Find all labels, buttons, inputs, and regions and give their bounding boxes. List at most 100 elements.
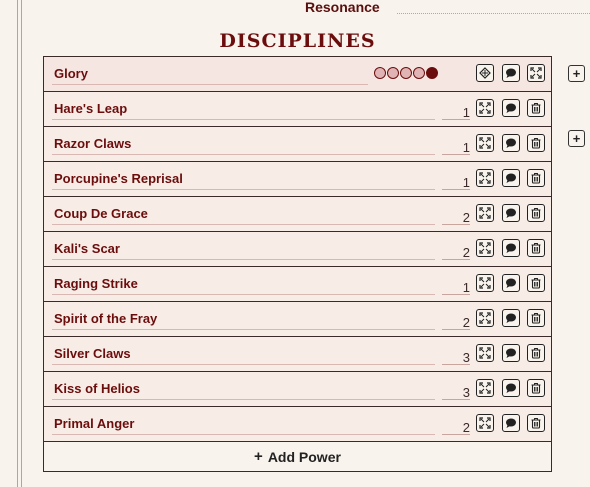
delete-button[interactable] xyxy=(527,414,545,432)
power-name[interactable]: Hare's Leap xyxy=(54,92,127,126)
comment-button[interactable] xyxy=(502,64,520,82)
add-power-label: Add Power xyxy=(267,448,341,465)
power-name[interactable]: Kali's Scar xyxy=(54,232,120,266)
comment-button[interactable] xyxy=(502,204,520,222)
disciplines-panel: Glory Hare's Leap 1 Razor Claws 1 Porcup… xyxy=(43,56,552,472)
power-level[interactable]: 3 xyxy=(442,346,470,365)
comment-button[interactable] xyxy=(502,239,520,257)
power-name[interactable]: Silver Claws xyxy=(54,337,131,371)
dot-filled[interactable] xyxy=(426,67,438,79)
power-row: Silver Claws 3 xyxy=(44,337,551,372)
power-row: Kiss of Helios 3 xyxy=(44,372,551,407)
expand-icon xyxy=(479,242,491,254)
resonance-input-line[interactable] xyxy=(397,13,590,14)
expand-icon xyxy=(479,207,491,219)
comment-icon xyxy=(506,173,516,183)
power-level[interactable]: 1 xyxy=(442,276,470,295)
comment-icon xyxy=(506,383,516,393)
comment-button[interactable] xyxy=(502,309,520,327)
power-name-underline xyxy=(52,119,435,120)
power-row: Raging Strike 1 xyxy=(44,267,551,302)
delete-button[interactable] xyxy=(527,274,545,292)
resonance-field[interactable]: Resonance xyxy=(305,0,590,16)
expand-icon xyxy=(479,417,491,429)
expand-button[interactable] xyxy=(527,64,545,82)
power-name[interactable]: Raging Strike xyxy=(54,267,138,301)
dot[interactable] xyxy=(413,67,425,79)
power-name-underline xyxy=(52,224,435,225)
comment-button[interactable] xyxy=(502,99,520,117)
power-row: Kali's Scar 2 xyxy=(44,232,551,267)
comment-button[interactable] xyxy=(502,169,520,187)
add-power-button[interactable]: + Add Power xyxy=(44,442,551,471)
power-name[interactable]: Kiss of Helios xyxy=(54,372,140,406)
trash-icon xyxy=(531,138,541,149)
delete-button[interactable] xyxy=(527,309,545,327)
expand-icon xyxy=(479,172,491,184)
trash-icon xyxy=(531,278,541,289)
delete-button[interactable] xyxy=(527,99,545,117)
delete-button[interactable] xyxy=(527,169,545,187)
discipline-name[interactable]: Glory xyxy=(54,57,88,91)
comment-icon xyxy=(506,243,516,253)
expand-button[interactable] xyxy=(476,274,494,292)
power-name[interactable]: Primal Anger xyxy=(54,407,134,441)
power-name[interactable]: Porcupine's Reprisal xyxy=(54,162,183,196)
power-name[interactable]: Coup De Grace xyxy=(54,197,148,231)
power-name-underline xyxy=(52,399,435,400)
expand-button[interactable] xyxy=(476,309,494,327)
power-level[interactable]: 1 xyxy=(442,171,470,190)
power-name[interactable]: Spirit of the Fray xyxy=(54,302,157,336)
expand-icon xyxy=(530,67,542,79)
power-name-underline xyxy=(52,364,435,365)
page-margin-line xyxy=(17,0,18,487)
power-name-underline xyxy=(52,294,435,295)
power-name-underline xyxy=(52,189,435,190)
power-level[interactable]: 2 xyxy=(442,206,470,225)
power-level[interactable]: 1 xyxy=(442,136,470,155)
delete-button[interactable] xyxy=(527,134,545,152)
delete-button[interactable] xyxy=(527,204,545,222)
expand-button[interactable] xyxy=(476,99,494,117)
rouse-button[interactable] xyxy=(476,64,494,82)
expand-icon xyxy=(479,382,491,394)
expand-button[interactable] xyxy=(476,169,494,187)
power-name-underline xyxy=(52,329,435,330)
power-row: Primal Anger 2 xyxy=(44,407,551,442)
expand-button[interactable] xyxy=(476,239,494,257)
delete-button[interactable] xyxy=(527,239,545,257)
dot[interactable] xyxy=(387,67,399,79)
expand-button[interactable] xyxy=(476,414,494,432)
add-discipline-button-2[interactable]: + xyxy=(568,130,585,147)
dot[interactable] xyxy=(400,67,412,79)
comment-button[interactable] xyxy=(502,414,520,432)
comment-button[interactable] xyxy=(502,274,520,292)
expand-button[interactable] xyxy=(476,344,494,362)
plus-icon: + xyxy=(254,448,263,465)
power-level[interactable]: 1 xyxy=(442,101,470,120)
comment-button[interactable] xyxy=(502,379,520,397)
expand-button[interactable] xyxy=(476,379,494,397)
dot[interactable] xyxy=(374,67,386,79)
power-level[interactable]: 2 xyxy=(442,416,470,435)
power-level[interactable]: 3 xyxy=(442,381,470,400)
power-level[interactable]: 2 xyxy=(442,311,470,330)
comment-button[interactable] xyxy=(502,344,520,362)
expand-icon xyxy=(479,137,491,149)
discipline-dots[interactable] xyxy=(374,67,438,79)
discipline-row: Glory xyxy=(44,57,551,92)
expand-button[interactable] xyxy=(476,134,494,152)
trash-icon xyxy=(531,173,541,184)
power-name[interactable]: Razor Claws xyxy=(54,127,131,161)
comment-icon xyxy=(506,68,516,78)
trash-icon xyxy=(531,418,541,429)
comment-icon xyxy=(506,418,516,428)
add-discipline-button[interactable]: + xyxy=(568,65,585,82)
comment-button[interactable] xyxy=(502,134,520,152)
power-row: Porcupine's Reprisal 1 xyxy=(44,162,551,197)
expand-button[interactable] xyxy=(476,204,494,222)
delete-button[interactable] xyxy=(527,379,545,397)
power-row: Hare's Leap 1 xyxy=(44,92,551,127)
delete-button[interactable] xyxy=(527,344,545,362)
power-level[interactable]: 2 xyxy=(442,241,470,260)
